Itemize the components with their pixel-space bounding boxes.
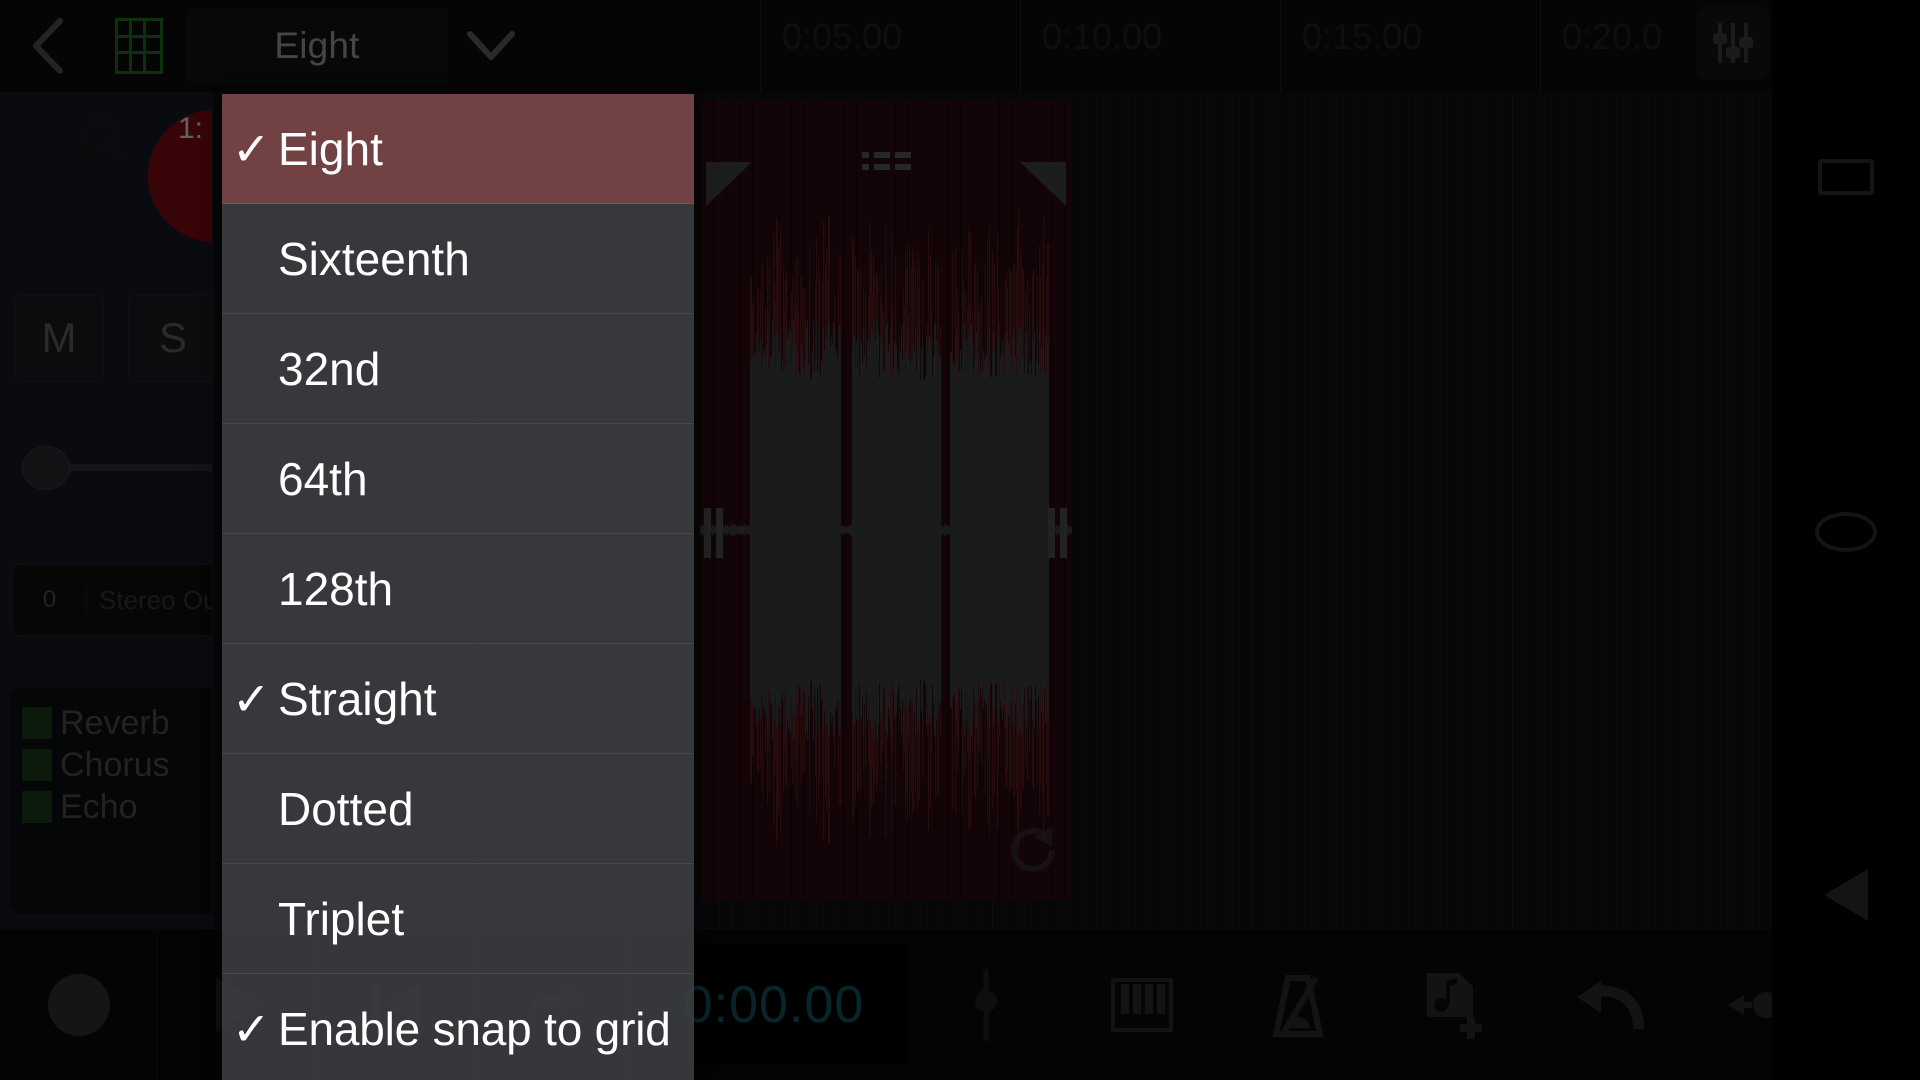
menu-item-label: Eight xyxy=(278,122,383,175)
menu-item-128th[interactable]: 128th xyxy=(222,534,694,644)
menu-item-enable-snap-to-grid[interactable]: ✓ Enable snap to grid xyxy=(222,974,694,1080)
menu-item-straight[interactable]: ✓ Straight xyxy=(222,644,694,754)
menu-item-eight[interactable]: ✓ Eight xyxy=(222,94,694,204)
check-icon: ✓ xyxy=(232,672,271,725)
check-icon: ✓ xyxy=(232,1002,271,1055)
menu-item-dotted[interactable]: Dotted xyxy=(222,754,694,864)
menu-item-label: 128th xyxy=(278,562,394,615)
menu-item-32nd[interactable]: 32nd xyxy=(222,314,694,424)
menu-item-triplet[interactable]: Triplet xyxy=(222,864,694,974)
menu-item-label: Triplet xyxy=(278,892,405,945)
menu-item-label: Straight xyxy=(278,672,437,725)
menu-item-64th[interactable]: 64th xyxy=(222,424,694,534)
menu-item-label: Dotted xyxy=(278,782,414,835)
menu-item-label: Enable snap to grid xyxy=(278,1002,671,1055)
check-icon: ✓ xyxy=(232,122,271,175)
app-root: 1: M S 0 Stereo Out Reverb Chorus xyxy=(0,0,1920,1080)
menu-item-label: 64th xyxy=(278,452,368,505)
snap-options-menu[interactable]: ✓ Eight Sixteenth 32nd 64th 128th ✓ Straight Dot… xyxy=(222,94,694,1080)
menu-item-sixteenth[interactable]: Sixteenth xyxy=(222,204,694,314)
menu-item-label: Sixteenth xyxy=(278,232,470,285)
menu-item-label: 32nd xyxy=(278,342,381,395)
